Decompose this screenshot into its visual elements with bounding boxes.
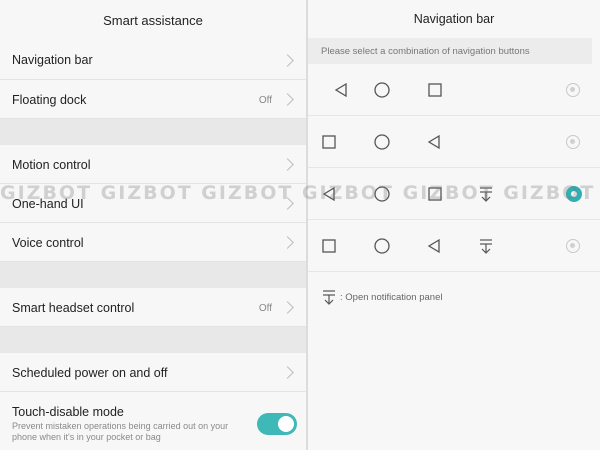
recent-square-icon: [428, 83, 442, 97]
nav-combo-icons: [322, 134, 440, 150]
chevron-right-icon: [281, 93, 294, 106]
recent-square-icon: [322, 239, 336, 253]
settings-item-label: Smart headset control: [12, 301, 135, 315]
touch-disable-toggle[interactable]: [257, 413, 297, 435]
section-gap: [0, 119, 306, 145]
back-triangle-icon: [322, 186, 335, 202]
recent-square-icon: [428, 187, 442, 201]
settings-item-label: Motion control: [12, 158, 91, 172]
settings-item-label: Voice control: [12, 236, 84, 250]
toggle-knob: [278, 416, 294, 432]
settings-item-label: One-hand UI: [12, 197, 84, 211]
settings-item-navigation-bar[interactable]: Navigation bar: [0, 40, 306, 80]
settings-item-value: Off: [258, 303, 272, 314]
chevron-right-icon: [281, 236, 294, 249]
radio-button[interactable]: [566, 239, 580, 253]
section-gap: [0, 327, 306, 353]
nav-combo-option[interactable]: [308, 220, 600, 272]
chevron-right-icon: [281, 197, 294, 210]
nav-combo-option[interactable]: [308, 116, 600, 168]
recent-square-icon: [322, 135, 336, 149]
settings-item-label: Touch-disable mode: [12, 405, 124, 419]
settings-item-description: Prevent mistaken operations being carrie…: [12, 421, 229, 442]
settings-item-voice-control[interactable]: Voice control: [0, 223, 306, 262]
settings-item-floating-dock[interactable]: Floating dock Off: [0, 80, 306, 119]
settings-item-motion-control[interactable]: Motion control: [0, 145, 306, 184]
section-gap: [0, 262, 306, 288]
nav-combo-icons: [322, 186, 492, 202]
chevron-right-icon: [281, 366, 294, 379]
settings-item-value: Off: [258, 95, 272, 106]
home-circle-icon: [374, 134, 390, 150]
nav-combo-option[interactable]: [308, 168, 600, 220]
radio-button[interactable]: [566, 135, 580, 149]
settings-item-one-hand-ui[interactable]: One-hand UI: [0, 184, 306, 223]
chevron-right-icon: [281, 54, 294, 67]
notification-pull-icon: [480, 239, 492, 254]
back-triangle-icon: [427, 134, 440, 150]
nav-combo-icons: [322, 238, 492, 254]
legend-text: : Open notification panel: [340, 291, 443, 303]
settings-item-label: Floating dock: [12, 93, 87, 107]
chevron-right-icon: [281, 301, 294, 314]
nav-combo-option[interactable]: [308, 64, 600, 116]
settings-item-smart-headset-control[interactable]: Smart headset control Off: [0, 288, 306, 327]
notification-legend: : Open notification panel: [322, 289, 442, 305]
notification-pull-icon: [323, 290, 335, 305]
radio-button[interactable]: [566, 83, 580, 97]
home-circle-icon: [374, 82, 390, 98]
settings-item-scheduled-power[interactable]: Scheduled power on and off: [0, 353, 306, 392]
home-circle-icon: [374, 186, 390, 202]
settings-item-label: Scheduled power on and off: [12, 366, 168, 380]
back-triangle-icon: [334, 82, 347, 98]
settings-item-label: Navigation bar: [12, 53, 93, 67]
smart-assistance-panel: Smart assistance Navigation bar Floating…: [0, 0, 306, 450]
home-circle-icon: [374, 238, 390, 254]
notification-pull-icon: [480, 187, 492, 202]
navigation-bar-panel: Navigation bar Please select a combinati…: [308, 0, 600, 450]
selection-hint: Please select a combination of navigatio…: [308, 38, 592, 64]
radio-button-selected[interactable]: [566, 186, 582, 202]
nav-combo-icons: [334, 82, 442, 98]
back-triangle-icon: [427, 238, 440, 254]
chevron-right-icon: [281, 158, 294, 171]
page-title: Smart assistance: [0, 0, 306, 40]
page-title: Navigation bar: [413, 12, 495, 26]
